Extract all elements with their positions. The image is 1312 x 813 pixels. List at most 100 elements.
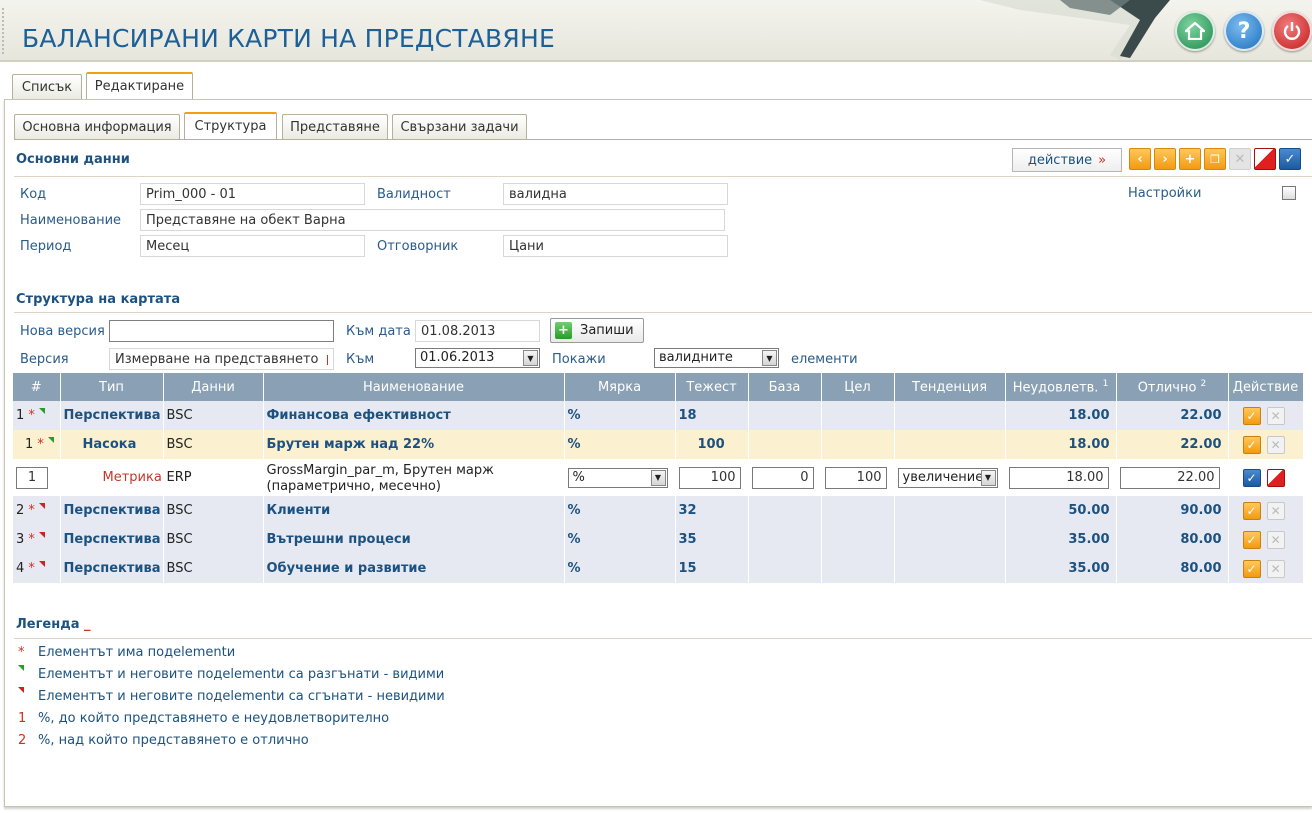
col-data[interactable]: Данни	[163, 373, 264, 401]
col-poor[interactable]: Неудовлетв. 1	[1005, 373, 1117, 401]
legend-item: * Елементът има подelementи	[18, 645, 235, 660]
col-weight[interactable]: Тежест	[675, 373, 749, 401]
cancel-icon[interactable]	[1266, 468, 1285, 487]
code-field[interactable]: Prim_000 - 01	[140, 183, 365, 205]
trend-select[interactable]: увеличение ▼	[897, 467, 998, 488]
to-select[interactable]: 01.06.2013 ▼	[415, 348, 540, 368]
expanded-icon[interactable]	[39, 408, 46, 414]
tab-list[interactable]: Списък	[12, 74, 82, 99]
col-excellent-label: Отлично	[1137, 380, 1197, 396]
delete-icon[interactable]: ✕	[1266, 501, 1285, 520]
table-row[interactable]: 1 * Насока BSC Брутен марж над 22% % 100…	[13, 430, 1304, 459]
has-children-icon: *	[28, 503, 35, 518]
collapsed-icon[interactable]	[39, 503, 46, 509]
next-button[interactable]: ›	[1154, 148, 1176, 170]
col-target[interactable]: Цел	[821, 373, 895, 401]
show-select[interactable]: валидните ▼	[654, 348, 779, 368]
validity-label: Валидност	[377, 187, 451, 202]
row-number: 1 *	[13, 430, 61, 459]
poor-input[interactable]: 18.00	[1008, 466, 1109, 489]
close-icon: ✕	[1234, 151, 1246, 167]
basic-data-title: Основни данни	[16, 152, 130, 167]
tab-basic-info[interactable]: Основна информация	[14, 114, 180, 139]
table-row[interactable]: 4 * Перспектива BSC Обучение и развитие …	[13, 554, 1304, 583]
col-poor-sup: 1	[1102, 378, 1109, 389]
copy-button[interactable]: ❐	[1204, 148, 1226, 170]
row-poor: 18.00	[1005, 459, 1117, 496]
col-measure[interactable]: Мярка	[564, 373, 676, 401]
measure-select[interactable]: % ▼	[567, 467, 668, 488]
name-field[interactable]: Представяне на обект Варна	[140, 209, 725, 231]
row-weight: 18	[675, 401, 749, 430]
subtab-divider	[14, 139, 1312, 140]
structure-grid: # Тип Данни Наименование Мярка Тежест Ба…	[13, 373, 1304, 583]
row-poor: 18.00	[1005, 430, 1117, 459]
tab-related-tasks[interactable]: Свързани задачи	[392, 114, 527, 139]
period-field[interactable]: Месец	[140, 235, 365, 257]
edit-icon[interactable]: ✓	[1242, 406, 1261, 425]
col-base[interactable]: База	[748, 373, 822, 401]
delete-icon[interactable]: ✕	[1266, 435, 1285, 454]
row-poor: 35.00	[1005, 525, 1117, 554]
confirm-icon: ✓	[1284, 151, 1296, 167]
col-name[interactable]: Наименование	[263, 373, 565, 401]
tab-performance[interactable]: Представяне	[282, 114, 388, 139]
row-number-input[interactable]: 1	[16, 466, 48, 489]
base-input[interactable]: 0	[751, 466, 814, 489]
table-row[interactable]: 2 * Перспектива BSC Клиенти % 32 50.00 9…	[13, 496, 1304, 525]
col-number[interactable]: #	[13, 373, 61, 401]
weight-input[interactable]: 100	[678, 466, 741, 489]
new-version-input[interactable]	[109, 320, 334, 342]
delete-icon[interactable]: ✕	[1266, 530, 1285, 549]
col-type[interactable]: Тип	[60, 373, 164, 401]
col-action: Действие	[1228, 373, 1304, 401]
edit-icon[interactable]: ✓	[1242, 530, 1261, 549]
edit-icon[interactable]: ✓	[1242, 435, 1261, 454]
row-base	[748, 401, 822, 430]
add-button[interactable]: +	[1179, 148, 1201, 170]
help-button[interactable]: ?	[1224, 11, 1264, 51]
edit-icon[interactable]: ✓	[1242, 559, 1261, 578]
prev-button[interactable]: ‹	[1129, 148, 1151, 170]
validity-field[interactable]: валидна	[503, 183, 728, 205]
row-data: BSC	[163, 401, 264, 430]
power-icon	[1283, 22, 1301, 40]
delete-icon[interactable]: ✕	[1266, 406, 1285, 425]
edit-icon[interactable]: ✓	[1242, 501, 1261, 520]
row-excellent: 22.00	[1116, 430, 1229, 459]
delete-icon[interactable]: ✕	[1266, 559, 1285, 578]
table-row-editing[interactable]: 1 Метрика ERP GrossMargin_par_m, Брутен …	[13, 459, 1304, 496]
tab-structure[interactable]: Структура	[184, 112, 277, 139]
col-trend[interactable]: Тенденция	[894, 373, 1006, 401]
col-excellent[interactable]: Отлично 2	[1116, 373, 1229, 401]
excellent-input[interactable]: 22.00	[1119, 466, 1220, 489]
owner-field[interactable]: Цани	[503, 235, 728, 257]
table-row[interactable]: 3 * Перспектива BSC Вътрешни процеси % 3…	[13, 525, 1304, 554]
tab-edit[interactable]: Редактиране	[86, 72, 193, 99]
to-date-input[interactable]: 01.08.2013	[415, 320, 540, 342]
row-trend	[894, 430, 1006, 459]
row-weight: 15	[675, 554, 749, 583]
version-field[interactable]: Измерване на представянето	[109, 348, 334, 370]
row-num: 1	[16, 408, 25, 423]
home-button[interactable]	[1175, 11, 1215, 51]
action-dropdown-button[interactable]: действие »	[1012, 148, 1122, 172]
collapsed-icon[interactable]	[39, 561, 46, 567]
target-input[interactable]: 100	[824, 466, 887, 489]
table-row[interactable]: 1 * Перспектива BSC Финансова ефективнос…	[13, 401, 1304, 430]
cancel-button[interactable]	[1254, 148, 1276, 170]
settings-label: Настройки	[1128, 186, 1202, 201]
collapsed-icon[interactable]	[39, 532, 46, 538]
power-button[interactable]	[1272, 11, 1312, 51]
confirm-button[interactable]: ✓	[1279, 148, 1301, 170]
row-trend: увеличение ▼	[894, 459, 1006, 496]
legend-toggle[interactable]: _	[84, 617, 91, 632]
measure-value: %	[572, 469, 585, 485]
close-button[interactable]: ✕	[1229, 148, 1251, 170]
confirm-icon[interactable]: ✓	[1242, 468, 1261, 487]
save-button[interactable]: + Запиши	[550, 318, 644, 343]
expanded-icon[interactable]	[48, 437, 55, 443]
settings-checkbox[interactable]	[1282, 186, 1296, 200]
code-label: Код	[20, 187, 47, 202]
row-type: Метрика	[60, 459, 164, 496]
